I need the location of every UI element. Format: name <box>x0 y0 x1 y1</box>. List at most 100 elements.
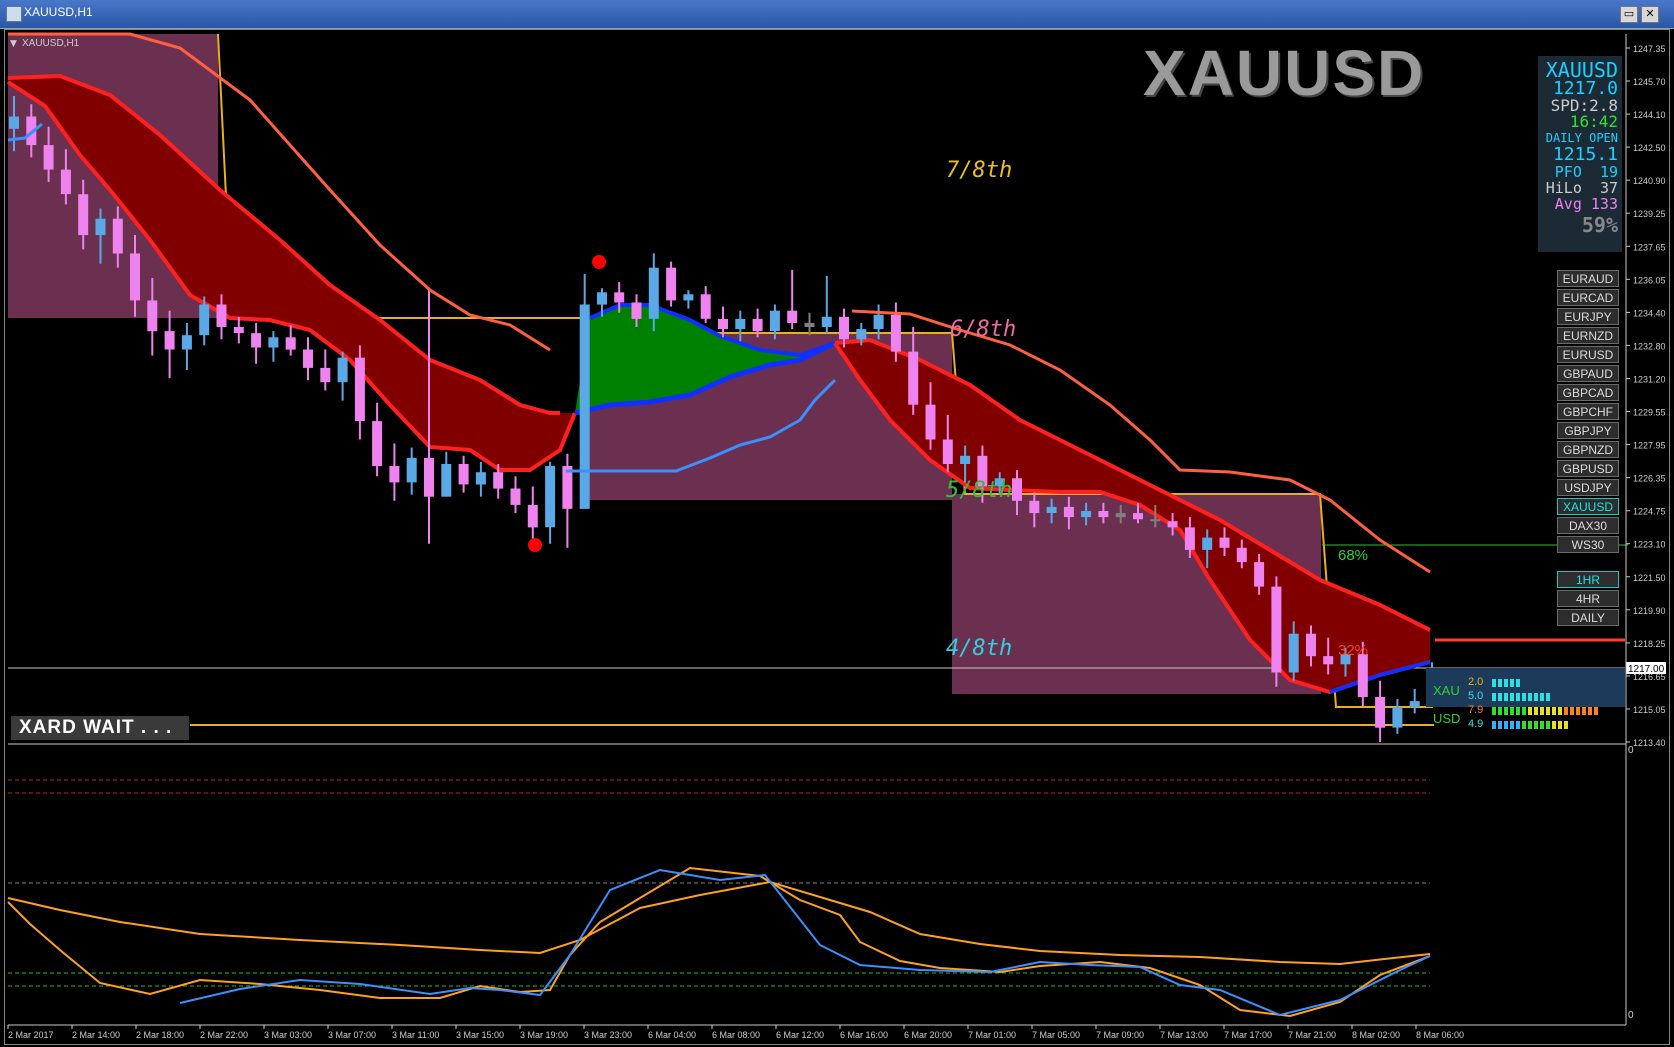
octave-label-5-8: 5/8th <box>946 478 1012 503</box>
candle-body <box>1306 633 1316 657</box>
strength-bar-segment <box>1504 721 1508 729</box>
strength-bar-segment <box>1504 679 1508 687</box>
time-axis: 2 Mar 2017 2 Mar 14:00 2 Mar 18:00 2 Mar 22… <box>7 1025 1464 1040</box>
symbol-button-eurnzd[interactable]: EURNZD <box>1557 327 1619 344</box>
usd-v1: 7.9 <box>1468 704 1483 716</box>
info-symbol: XAUUSD <box>1545 58 1618 82</box>
time-tick-label: 6 Mar 20:00 <box>904 1030 952 1040</box>
candle-body <box>164 331 175 350</box>
timeframe-button-1hr[interactable]: 1HR <box>1557 571 1619 588</box>
candle-body <box>700 294 711 319</box>
strength-bar-segment <box>1510 693 1514 701</box>
xau-v2: 5.0 <box>1468 690 1483 702</box>
price-tick-label: 1237.65 <box>1633 242 1666 252</box>
candle-body <box>1184 527 1195 550</box>
candle-body <box>9 116 19 129</box>
chart-menu-icon[interactable]: ▼ <box>10 39 17 49</box>
strength-bar-segment <box>1522 693 1526 701</box>
time-tick-label: 3 Mar 15:00 <box>456 1030 504 1040</box>
time-tick-label: 3 Mar 07:00 <box>328 1030 376 1040</box>
candle-body <box>441 464 452 497</box>
candle-body <box>960 455 971 464</box>
symbol-button-gbpaud[interactable]: GBPAUD <box>1557 365 1619 382</box>
candle-body <box>925 404 936 440</box>
usd-label: USD <box>1433 711 1460 726</box>
symbol-button-gbpcad[interactable]: GBPCAD <box>1557 384 1619 401</box>
candle-body <box>233 327 244 334</box>
price-tick-label: 1247.35 <box>1633 44 1666 54</box>
candle-body <box>579 304 590 509</box>
strength-bar-segment <box>1546 707 1550 715</box>
candle-body <box>908 351 919 405</box>
strength-bar-segment <box>1540 721 1544 729</box>
strength-bar-segment <box>1504 707 1508 715</box>
info-time: 16:42 <box>1569 112 1618 131</box>
price-tick-label: 1213.40 <box>1633 738 1666 748</box>
candle-body <box>1254 562 1265 587</box>
candle-body <box>147 300 158 332</box>
symbol-button-usdjpy[interactable]: USDJPY <box>1557 479 1619 496</box>
strength-bar-segment <box>1492 693 1496 701</box>
symbol-button-gbpusd[interactable]: GBPUSD <box>1557 460 1619 477</box>
candle-body <box>1202 537 1213 550</box>
candle-body <box>1323 656 1334 665</box>
strength-bar-segment <box>1492 707 1496 715</box>
strength-bar-segment <box>1564 721 1568 729</box>
time-tick-label: 6 Mar 12:00 <box>776 1030 824 1040</box>
chart-canvas[interactable]: 7/8th 6/8th 5/8th 4/8th 68% 32% XAU 2.0 … <box>0 0 1674 1047</box>
symbol-button-eurjpy[interactable]: EURJPY <box>1557 308 1619 325</box>
strength-bar-segment <box>1528 707 1532 715</box>
price-tick-label: 1239.25 <box>1633 209 1666 219</box>
time-tick-label: 7 Mar 13:00 <box>1160 1030 1208 1040</box>
candle-body <box>666 267 677 301</box>
candle-body <box>648 267 659 319</box>
symbol-button-eurusd[interactable]: EURUSD <box>1557 346 1619 363</box>
symbol-button-eurcad[interactable]: EURCAD <box>1557 289 1619 306</box>
candle-body <box>1098 511 1109 518</box>
time-tick-label: 2 Mar 22:00 <box>200 1030 248 1040</box>
symbol-button-gbpjpy[interactable]: GBPJPY <box>1557 422 1619 439</box>
candle-body <box>78 194 89 236</box>
symbol-watermark: XAUUSD <box>1143 37 1426 109</box>
usd-v2: 4.9 <box>1468 718 1483 730</box>
candle-body <box>839 316 849 340</box>
timeframe-button-daily[interactable]: DAILY <box>1557 609 1619 626</box>
strength-bar-segment <box>1534 721 1538 729</box>
symbol-button-gbpchf[interactable]: GBPCHF <box>1557 403 1619 420</box>
candle-body <box>181 335 192 350</box>
strength-bar-segment <box>1534 707 1538 715</box>
candle-body <box>510 488 521 505</box>
strength-bar-segment <box>1552 721 1556 729</box>
time-tick-label: 7 Mar 17:00 <box>1224 1030 1272 1040</box>
candle-body <box>199 304 210 336</box>
time-tick-label: 7 Mar 21:00 <box>1288 1030 1336 1040</box>
price-tick-label: 1234.40 <box>1633 308 1666 318</box>
strength-bar-segment <box>1516 693 1520 701</box>
candle-body <box>303 349 313 368</box>
strength-bar-segment <box>1570 707 1574 715</box>
time-tick-label: 3 Mar 03:00 <box>264 1030 312 1040</box>
candle-body <box>631 302 642 319</box>
strength-bar-segment <box>1516 679 1520 687</box>
candle-body <box>942 439 953 464</box>
chart-label: XAUUSD,H1 <box>22 38 80 49</box>
strength-bar-segment <box>1540 693 1544 701</box>
time-tick-label: 6 Mar 16:00 <box>840 1030 888 1040</box>
timeframe-button-4hr[interactable]: 4HR <box>1557 590 1619 607</box>
time-tick-label: 2 Mar 14:00 <box>72 1030 120 1040</box>
candle-body <box>1288 633 1299 673</box>
strength-bar-segment <box>1540 707 1544 715</box>
strength-bar-segment <box>1510 721 1514 729</box>
symbol-button-dax30[interactable]: DAX30 <box>1557 517 1619 534</box>
candle-body <box>1150 519 1161 522</box>
time-tick-label: 3 Mar 19:00 <box>520 1030 568 1040</box>
price-tick-label: 1231.20 <box>1633 375 1666 385</box>
symbol-button-euraud[interactable]: EURAUD <box>1557 270 1619 287</box>
strength-bar-segment <box>1594 707 1598 715</box>
symbol-button-xauusd[interactable]: XAUUSD <box>1557 498 1619 515</box>
symbol-button-gbpnzd[interactable]: GBPNZD <box>1557 441 1619 458</box>
candle-body <box>1409 701 1420 708</box>
strength-bar-segment <box>1558 707 1562 715</box>
symbol-button-ws30[interactable]: WS30 <box>1557 536 1619 553</box>
price-tick-label: 1236.05 <box>1633 275 1666 285</box>
